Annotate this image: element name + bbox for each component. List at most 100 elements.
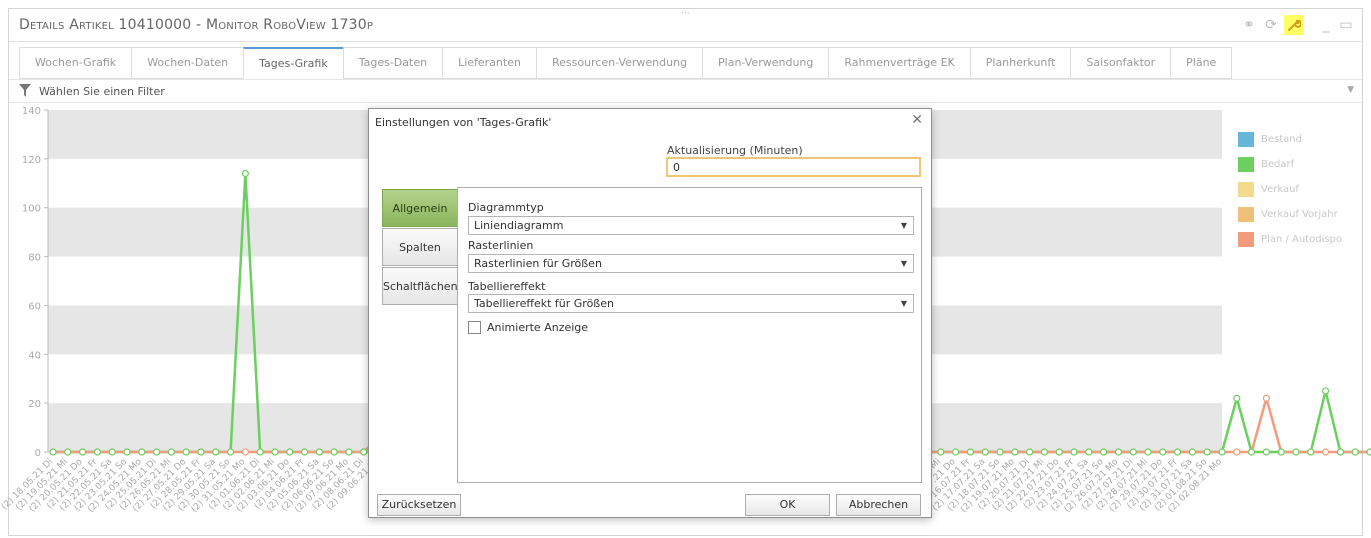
data-point <box>1203 448 1211 456</box>
data-point <box>138 448 146 456</box>
data-point <box>1262 448 1270 456</box>
data-point <box>1292 448 1300 456</box>
data-point <box>315 448 323 456</box>
data-point <box>1233 448 1241 456</box>
data-point <box>1129 448 1137 456</box>
data-point <box>1100 448 1108 456</box>
legend-swatch <box>1238 232 1254 247</box>
reset-button[interactable]: Zurücksetzen <box>377 494 461 516</box>
data-point <box>952 448 960 456</box>
close-icon[interactable]: ✕ <box>911 112 923 128</box>
data-point <box>300 448 309 456</box>
y-tick-label: 140 <box>22 106 41 117</box>
data-point <box>1233 394 1241 402</box>
data-point <box>64 448 72 456</box>
table-effect-value: Tabelliereffekt für Größen <box>474 297 614 310</box>
data-point <box>212 448 220 456</box>
data-point <box>49 448 57 456</box>
table-effect-select[interactable]: Tabelliereffekt für Größen ▼ <box>468 294 914 313</box>
chevron-down-icon: ▼ <box>900 259 907 268</box>
data-point <box>123 448 131 456</box>
side-tab-schaltflächen[interactable]: Schaltflächen <box>382 267 458 305</box>
data-point <box>1321 448 1330 456</box>
data-point <box>1277 448 1285 456</box>
data-point <box>1011 448 1019 456</box>
data-point <box>1188 448 1197 456</box>
legend-label: Plan / Autodispo <box>1261 234 1343 245</box>
dialog-title: Einstellungen von 'Tages-Grafik' <box>375 116 552 129</box>
animated-display-label: Animierte Anzeige <box>487 321 589 334</box>
data-point <box>93 448 101 456</box>
y-tick-label: 20 <box>28 399 41 410</box>
data-point <box>1144 448 1152 456</box>
gridlines-label: Rasterlinien <box>468 239 534 252</box>
data-point <box>1247 448 1256 456</box>
data-point <box>1307 448 1315 456</box>
legend-label: Verkauf Vorjahr <box>1261 209 1338 220</box>
y-tick-label: 120 <box>22 155 41 166</box>
data-point <box>1366 448 1371 456</box>
data-point <box>152 448 161 456</box>
data-point <box>966 448 975 456</box>
data-point <box>1114 448 1123 456</box>
y-tick-label: 100 <box>22 204 41 215</box>
table-effect-label: Tabelliereffekt <box>468 280 546 293</box>
chevron-down-icon: ▼ <box>900 299 907 308</box>
data-point <box>1174 448 1182 456</box>
data-point <box>197 448 205 456</box>
chevron-down-icon: ▼ <box>900 221 907 230</box>
animated-display-checkbox[interactable] <box>468 321 481 334</box>
y-tick-label: 40 <box>28 350 41 361</box>
data-point <box>1351 448 1359 456</box>
side-tab-spalten[interactable]: Spalten <box>382 228 457 266</box>
legend-swatch <box>1238 207 1254 222</box>
settings-dialog: Einstellungen von 'Tages-Grafik' ✕ Aktua… <box>368 108 932 518</box>
data-point <box>167 448 175 456</box>
data-point <box>1159 448 1167 456</box>
data-point <box>241 448 249 456</box>
diagram-type-value: Liniendiagramm <box>474 219 564 232</box>
data-point <box>271 448 279 456</box>
data-point <box>1321 387 1330 395</box>
data-point <box>1070 448 1078 456</box>
data-point <box>78 448 87 456</box>
diagram-type-label: Diagrammtyp <box>468 201 544 214</box>
data-point <box>182 448 190 456</box>
update-interval-input[interactable] <box>666 157 921 177</box>
legend-swatch <box>1238 157 1254 172</box>
data-point <box>1040 448 1049 456</box>
data-point <box>1055 448 1063 456</box>
data-point <box>330 448 338 456</box>
general-settings-panel: Diagrammtyp Liniendiagramm ▼ Rasterlinie… <box>457 187 922 483</box>
data-point <box>108 448 116 456</box>
legend-label: Verkauf <box>1261 184 1299 195</box>
gridlines-value: Rasterlinien für Größen <box>474 257 602 270</box>
data-point <box>241 169 249 178</box>
diagram-type-select[interactable]: Liniendiagramm ▼ <box>468 216 914 235</box>
update-interval-label: Aktualisierung (Minuten) <box>667 144 803 157</box>
legend-swatch <box>1238 132 1254 147</box>
ok-button[interactable]: OK <box>745 494 830 516</box>
data-point <box>286 448 294 456</box>
gridlines-select[interactable]: Rasterlinien für Größen ▼ <box>468 254 914 273</box>
data-point <box>1085 448 1093 456</box>
data-point <box>256 448 264 456</box>
data-point <box>1336 448 1344 456</box>
data-point <box>981 448 989 456</box>
data-point <box>1026 448 1034 456</box>
data-point <box>1262 394 1270 402</box>
legend-label: Bedarf <box>1261 159 1295 170</box>
data-point <box>226 448 235 456</box>
y-tick-label: 0 <box>35 448 41 459</box>
data-point <box>360 448 368 456</box>
data-point <box>345 448 353 456</box>
cancel-button[interactable]: Abbrechen <box>836 494 921 516</box>
data-point <box>996 448 1004 456</box>
legend-label: Bestand <box>1261 134 1302 145</box>
y-tick-label: 60 <box>28 301 41 312</box>
data-point <box>937 448 945 456</box>
data-point <box>1218 448 1226 456</box>
side-tab-allgemein[interactable]: Allgemein <box>382 189 457 227</box>
legend-swatch <box>1238 182 1254 197</box>
y-tick-label: 80 <box>28 253 41 264</box>
